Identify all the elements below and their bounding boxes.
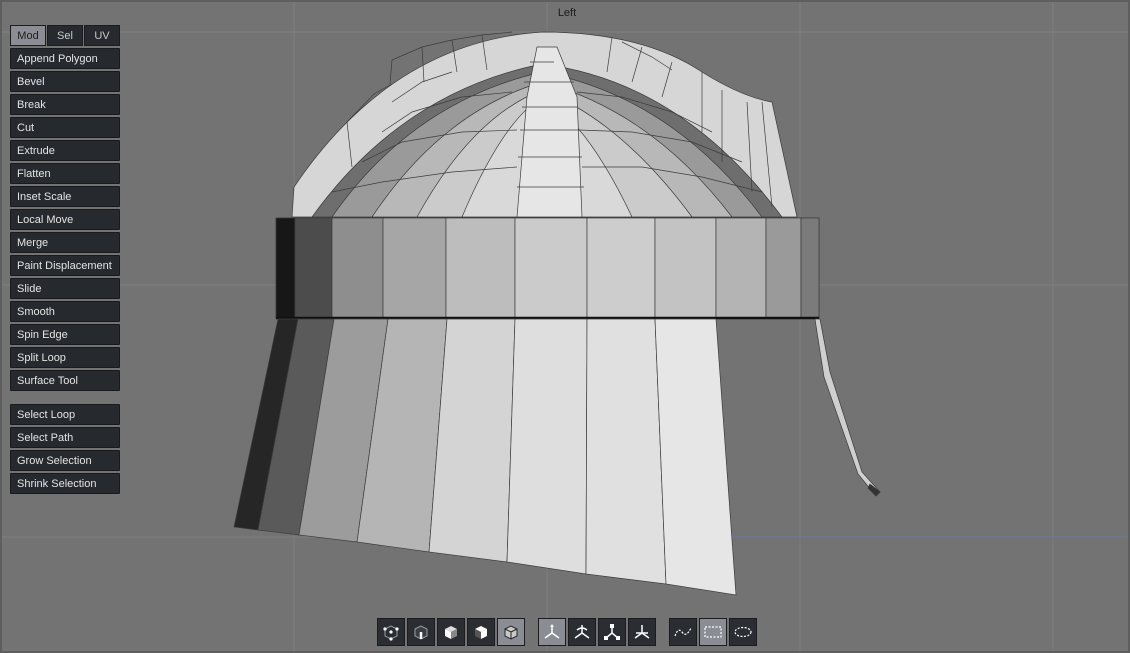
paint-select-button[interactable] <box>729 618 757 646</box>
select-path-button[interactable]: Select Path <box>10 427 120 448</box>
shrink-selection-button[interactable]: Shrink Selection <box>10 473 120 494</box>
viewport-label: Left <box>557 7 577 19</box>
spin-edge-button[interactable]: Spin Edge <box>10 324 120 345</box>
face-mode-icon <box>445 626 457 639</box>
break-button[interactable]: Break <box>10 94 120 115</box>
tab-uv[interactable]: UV <box>84 25 120 46</box>
3d-viewport[interactable]: Left Mod Sel UV Append Polygon Bevel Bre… <box>0 0 1130 653</box>
bevel-button[interactable]: Bevel <box>10 71 120 92</box>
merge-button[interactable]: Merge <box>10 232 120 253</box>
surface-tool-button[interactable]: Surface Tool <box>10 370 120 391</box>
move-gizmo-button[interactable] <box>538 618 566 646</box>
solid-mode-button[interactable] <box>497 618 525 646</box>
select-loop-button[interactable]: Select Loop <box>10 404 120 425</box>
tab-sel[interactable]: Sel <box>47 25 83 46</box>
flatten-button[interactable]: Flatten <box>10 163 120 184</box>
helmet-mesh <box>233 31 881 596</box>
lasso-select-icon <box>674 627 692 637</box>
rect-select-button[interactable] <box>699 618 727 646</box>
mode-tabs: Mod Sel UV <box>10 25 120 46</box>
scale-gizmo-icon <box>604 624 620 640</box>
object-mode-icon <box>475 626 487 639</box>
vertex-mode-icon <box>383 625 399 641</box>
face-mode-button[interactable] <box>437 618 465 646</box>
extrude-button[interactable]: Extrude <box>10 140 120 161</box>
inset-scale-button[interactable]: Inset Scale <box>10 186 120 207</box>
paint-select-icon <box>734 626 752 638</box>
edge-mode-icon <box>414 625 428 640</box>
universal-gizmo-button[interactable] <box>628 618 656 646</box>
lasso-select-button[interactable] <box>669 618 697 646</box>
universal-gizmo-icon <box>634 625 650 639</box>
slide-button[interactable]: Slide <box>10 278 120 299</box>
grow-selection-button[interactable]: Grow Selection <box>10 450 120 471</box>
object-mode-button[interactable] <box>467 618 495 646</box>
solid-mode-icon <box>504 625 518 640</box>
scale-gizmo-button[interactable] <box>598 618 626 646</box>
paint-displacement-button[interactable]: Paint Displacement <box>10 255 120 276</box>
panel-divider <box>10 393 120 404</box>
cut-button[interactable]: Cut <box>10 117 120 138</box>
edge-mode-button[interactable] <box>407 618 435 646</box>
local-move-button[interactable]: Local Move <box>10 209 120 230</box>
rotate-gizmo-button[interactable] <box>568 618 596 646</box>
rotate-gizmo-icon <box>574 625 590 639</box>
vertex-mode-button[interactable] <box>377 618 405 646</box>
tab-mod[interactable]: Mod <box>10 25 46 46</box>
move-gizmo-icon <box>544 624 560 639</box>
smooth-button[interactable]: Smooth <box>10 301 120 322</box>
rect-select-icon <box>704 626 722 638</box>
tool-panel: Mod Sel UV Append Polygon Bevel Break Cu… <box>10 25 120 496</box>
append-polygon-button[interactable]: Append Polygon <box>10 48 120 69</box>
split-loop-button[interactable]: Split Loop <box>10 347 120 368</box>
